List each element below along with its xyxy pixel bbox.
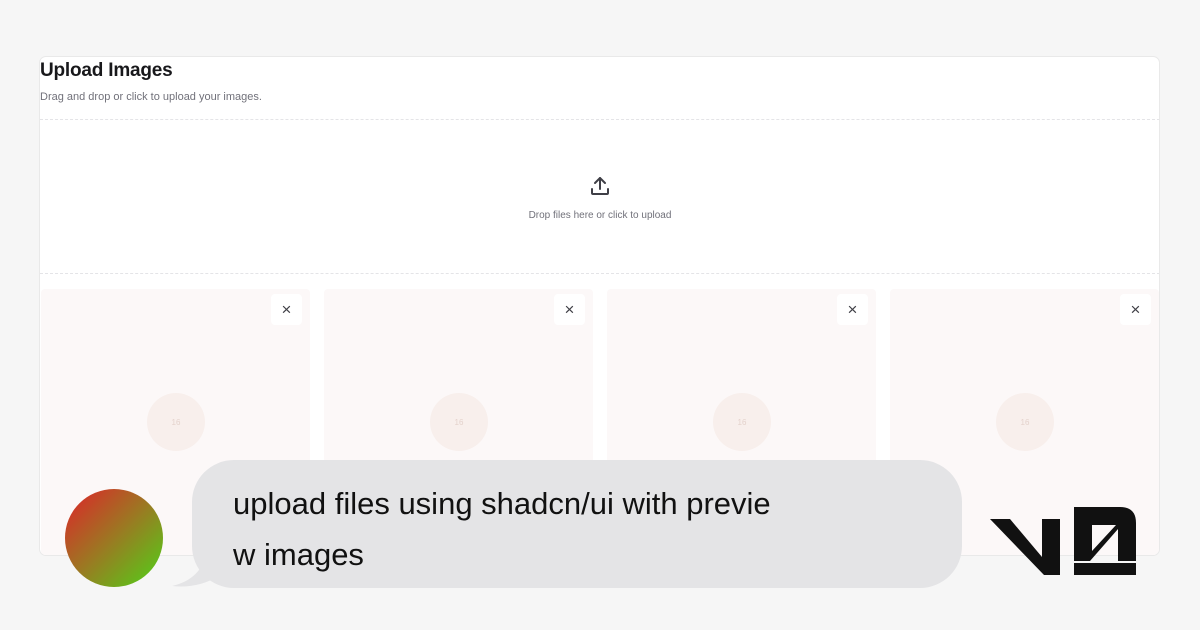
close-icon: × — [1130, 299, 1141, 319]
dropzone-text: Drop files here or click to upload — [528, 210, 672, 221]
user-avatar — [65, 489, 163, 587]
remove-image-button[interactable]: × — [271, 294, 302, 325]
close-icon: × — [281, 299, 292, 319]
close-icon: × — [847, 299, 858, 319]
v0-logo-icon — [990, 507, 1136, 575]
close-icon: × — [564, 299, 575, 319]
upload-title: Upload Images — [40, 60, 173, 81]
remove-image-button[interactable]: × — [837, 294, 868, 325]
remove-image-button[interactable]: × — [554, 294, 585, 325]
dropzone[interactable]: Drop files here or click to upload — [40, 119, 1159, 274]
image-placeholder-icon: 16 — [430, 393, 488, 451]
image-placeholder-icon: 16 — [147, 393, 205, 451]
chat-message: upload files using shadcn/ui with previe… — [233, 486, 771, 572]
upload-icon — [591, 177, 609, 195]
chat-bubble: upload files using shadcn/ui with previe… — [192, 460, 962, 588]
image-placeholder-icon: 16 — [996, 393, 1054, 451]
remove-image-button[interactable]: × — [1120, 294, 1151, 325]
image-placeholder-icon: 16 — [713, 393, 771, 451]
upload-subtitle: Drag and drop or click to upload your im… — [40, 91, 262, 103]
